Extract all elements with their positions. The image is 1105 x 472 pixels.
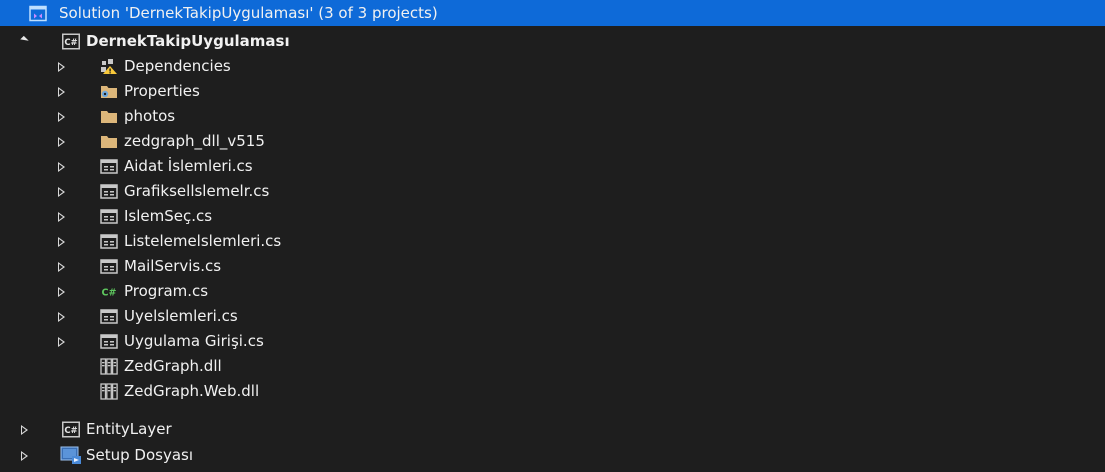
tree-item-label: Uyelslemleri.cs — [124, 307, 238, 325]
form-file-icon — [100, 159, 118, 174]
tree-item-uygulama-girisi[interactable]: Uygulama Girişi.cs — [0, 329, 1105, 354]
project-node-entity-layer[interactable]: C# EntityLayer — [0, 417, 1105, 442]
tree-item-zedgraph-folder[interactable]: zedgraph_dll_v515 — [0, 129, 1105, 154]
solution-node[interactable]: Solution 'DernekTakipUygulaması' (3 of 3… — [0, 0, 1105, 26]
project-label-setup: Setup Dosyası — [86, 446, 194, 464]
folder-icon — [101, 136, 117, 148]
tree-item-mail-servis[interactable]: MailServis.cs — [0, 254, 1105, 279]
csharp-file-icon: C# — [102, 288, 117, 299]
expand-arrow-icon[interactable] — [54, 79, 68, 104]
tree-item-photos[interactable]: photos — [0, 104, 1105, 129]
tree-item-label: Listelemelslemleri.cs — [124, 232, 282, 250]
form-file-icon — [100, 334, 118, 349]
svg-text:C#: C# — [64, 426, 77, 436]
tree-item-label: MailServis.cs — [124, 257, 222, 275]
tree-item-program[interactable]: C# Program.cs — [0, 279, 1105, 304]
csharp-project-icon: C# — [62, 33, 80, 50]
expand-arrow-icon[interactable] — [17, 417, 31, 442]
tree-item-label: Grafiksellslemelr.cs — [124, 182, 270, 200]
tree-item-grafiksel-islemler[interactable]: Grafiksellslemelr.cs — [0, 179, 1105, 204]
tree-item-label: Program.cs — [124, 282, 209, 300]
project-node-setup[interactable]: Setup Dosyası — [0, 443, 1105, 468]
properties-folder-icon — [101, 86, 117, 98]
expand-arrow-icon[interactable] — [54, 179, 68, 204]
tree-item-zedgraph-dll[interactable]: ZedGraph.dll — [0, 354, 1105, 379]
tree-item-dependencies[interactable]: Dependencies — [0, 54, 1105, 79]
project-label-entity-layer: EntityLayer — [86, 420, 172, 438]
form-file-icon — [100, 259, 118, 274]
form-file-icon — [100, 209, 118, 224]
expand-arrow-icon[interactable] — [54, 329, 68, 354]
solution-explorer: Solution 'DernekTakipUygulaması' (3 of 3… — [0, 0, 1105, 472]
tree-item-aidat-islemleri[interactable]: Aidat İslemleri.cs — [0, 154, 1105, 179]
csharp-project-icon: C# — [62, 421, 80, 438]
form-file-icon — [100, 309, 118, 324]
setup-project-icon — [60, 446, 81, 464]
expand-arrow-icon[interactable] — [54, 204, 68, 229]
dll-file-icon — [100, 358, 118, 375]
dll-file-icon — [100, 383, 118, 400]
expand-arrow-icon[interactable] — [54, 279, 68, 304]
tree-item-label: photos — [124, 107, 176, 125]
tree-item-listeleme-islemleri[interactable]: Listelemelslemleri.cs — [0, 229, 1105, 254]
expand-arrow-icon[interactable] — [54, 304, 68, 329]
tree-item-label: IslemSeç.cs — [124, 207, 213, 225]
svg-text:C#: C# — [64, 38, 77, 48]
tree-item-label: Properties — [124, 82, 200, 100]
folder-icon — [101, 111, 117, 123]
expand-arrow-icon[interactable] — [54, 254, 68, 279]
tree-item-label: Uygulama Girişi.cs — [124, 332, 264, 350]
expand-arrow-icon[interactable] — [54, 154, 68, 179]
expand-arrow-icon[interactable] — [54, 104, 68, 129]
svg-text:C#: C# — [102, 288, 117, 299]
tree-item-islem-sec[interactable]: IslemSeç.cs — [0, 204, 1105, 229]
tree-item-label: ZedGraph.Web.dll — [124, 382, 260, 400]
project-label-main: DernekTakipUygulaması — [86, 32, 290, 50]
expand-arrow-icon[interactable] — [54, 229, 68, 254]
solution-label: Solution 'DernekTakipUygulaması' (3 of 3… — [59, 4, 438, 22]
tree-item-label: zedgraph_dll_v515 — [124, 132, 265, 150]
tree-item-properties[interactable]: Properties — [0, 79, 1105, 104]
dependencies-icon — [101, 59, 117, 74]
expand-arrow-icon[interactable] — [54, 129, 68, 154]
expand-arrow-icon[interactable] — [17, 443, 31, 468]
tree-item-zedgraph-web-dll[interactable]: ZedGraph.Web.dll — [0, 379, 1105, 404]
tree-item-uye-islemleri[interactable]: Uyelslemleri.cs — [0, 304, 1105, 329]
tree-item-label: ZedGraph.dll — [124, 357, 222, 375]
project-node-main[interactable]: C# DernekTakipUygulaması — [0, 29, 1105, 54]
tree-item-label: Aidat İslemleri.cs — [124, 157, 253, 175]
form-file-icon — [100, 234, 118, 249]
collapse-arrow-icon[interactable] — [17, 29, 31, 54]
solution-icon — [29, 5, 47, 22]
tree-item-label: Dependencies — [124, 57, 231, 75]
form-file-icon — [100, 184, 118, 199]
expand-arrow-icon[interactable] — [54, 54, 68, 79]
